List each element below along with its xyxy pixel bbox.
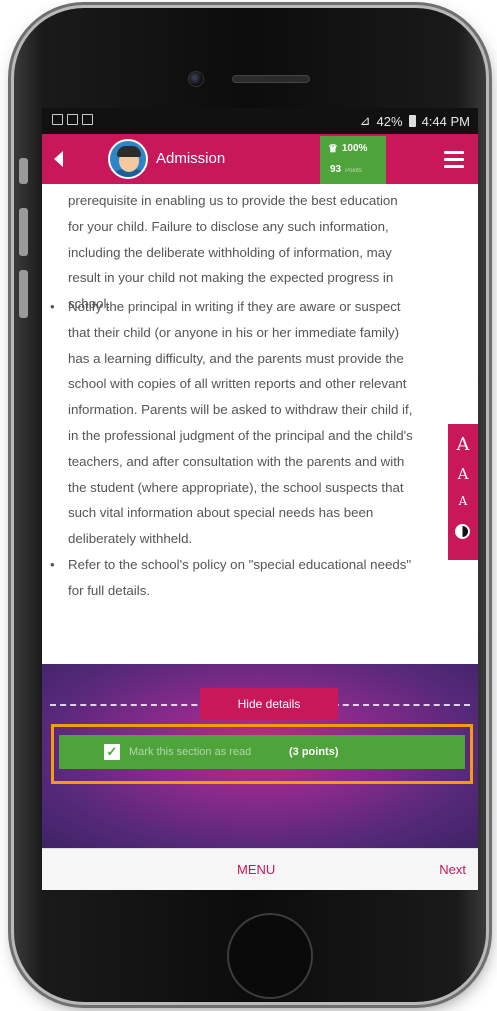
- font-medium-button[interactable]: A: [448, 462, 478, 488]
- font-small-button[interactable]: A: [448, 489, 478, 515]
- status-right: ⊿ 42% 4:44 PM: [360, 113, 470, 129]
- mail-notification-icon: [82, 114, 93, 125]
- progress-row: ♛ 100%: [328, 142, 367, 155]
- trophy-icon: ♛: [328, 143, 338, 155]
- image-notification-icon: [52, 114, 63, 125]
- bullet-list: Notify the principal in writing if they …: [50, 294, 468, 604]
- checkbox-checked-icon[interactable]: ✓: [104, 744, 120, 760]
- font-large-button[interactable]: A: [448, 432, 478, 458]
- earpiece-speaker: [232, 75, 310, 83]
- page-title: Admission: [156, 150, 226, 167]
- menu-link[interactable]: MENU: [237, 862, 275, 877]
- notification-icons: [52, 114, 93, 125]
- clock: 4:44 PM: [421, 113, 470, 129]
- list-item: Refer to the school's policy on "special…: [50, 552, 468, 604]
- chevron-left-icon[interactable]: [54, 151, 63, 167]
- mark-read-toggle[interactable]: ✓ Mark this section as read (3 points): [59, 735, 465, 769]
- text-line: in the professional judgment of the prin…: [68, 427, 413, 443]
- battery-icon: [408, 115, 416, 127]
- mark-read-points: (3 points): [289, 746, 339, 758]
- app-notification-icon: [67, 114, 78, 125]
- phone-screen: ⊿ 42% 4:44 PM Admission ♛ 100% 93Points: [42, 108, 478, 890]
- text-line: teachers, and after consultation with th…: [68, 453, 405, 469]
- phone-volume-up: [19, 208, 28, 256]
- hide-details-button[interactable]: Hide details: [200, 688, 338, 720]
- phone-volume-down: [19, 270, 28, 318]
- avatar: [108, 139, 148, 179]
- text-line: for your child. Failure to disclose any …: [68, 218, 389, 234]
- list-item: Notify the principal in writing if they …: [50, 294, 468, 552]
- signal-icon: ⊿: [359, 113, 371, 128]
- phone-side-button: [19, 158, 28, 184]
- progress-value: 100%: [341, 143, 368, 154]
- next-link[interactable]: Next: [439, 862, 466, 877]
- app-header: Admission ♛ 100% 93 Points: [42, 134, 478, 184]
- contrast-icon[interactable]: [455, 524, 470, 539]
- text-line: result in your child not making the expe…: [68, 270, 394, 286]
- text-line: deliberately withheld.: [68, 531, 193, 547]
- text-line: the student (where appropriate), the sch…: [68, 479, 404, 495]
- bottom-nav: MENU Next: [42, 848, 478, 890]
- text-line: that their child (or anyone in his or he…: [68, 324, 400, 340]
- home-button[interactable]: [227, 913, 313, 999]
- points-row: 93 Points: [330, 164, 362, 175]
- text-line: for full details.: [68, 582, 151, 598]
- avatar-hair: [117, 146, 141, 157]
- mark-read-label: Mark this section as read: [129, 746, 252, 758]
- points-badge[interactable]: ♛ 100% 93 Points: [320, 136, 386, 184]
- text-line: Refer to the school's policy on "special…: [68, 556, 412, 572]
- front-camera: [188, 71, 204, 87]
- font-size-panel: A A A: [448, 424, 478, 560]
- hamburger-icon[interactable]: [444, 151, 464, 172]
- text-line: Notify the principal in writing if they …: [68, 299, 401, 314]
- battery-percent: 42%: [376, 113, 403, 129]
- text-line: including the deliberate withholding of …: [68, 244, 392, 260]
- content-scroll[interactable]: prerequisite in enabling us to provide t…: [42, 184, 478, 664]
- text-line: school with copies of all written report…: [68, 376, 407, 392]
- section-actions: Hide details ✓ Mark this section as read…: [42, 664, 478, 848]
- text-line: such vital information about special nee…: [68, 505, 374, 521]
- points-label: Points: [345, 168, 362, 174]
- text-line: information. Parents will be asked to wi…: [68, 402, 413, 418]
- points-value: 93: [330, 164, 342, 175]
- status-bar: ⊿ 42% 4:44 PM: [42, 108, 478, 134]
- text-line: prerequisite in enabling us to provide t…: [68, 193, 398, 208]
- text-line: has a learning difficulty, and the paren…: [68, 350, 404, 366]
